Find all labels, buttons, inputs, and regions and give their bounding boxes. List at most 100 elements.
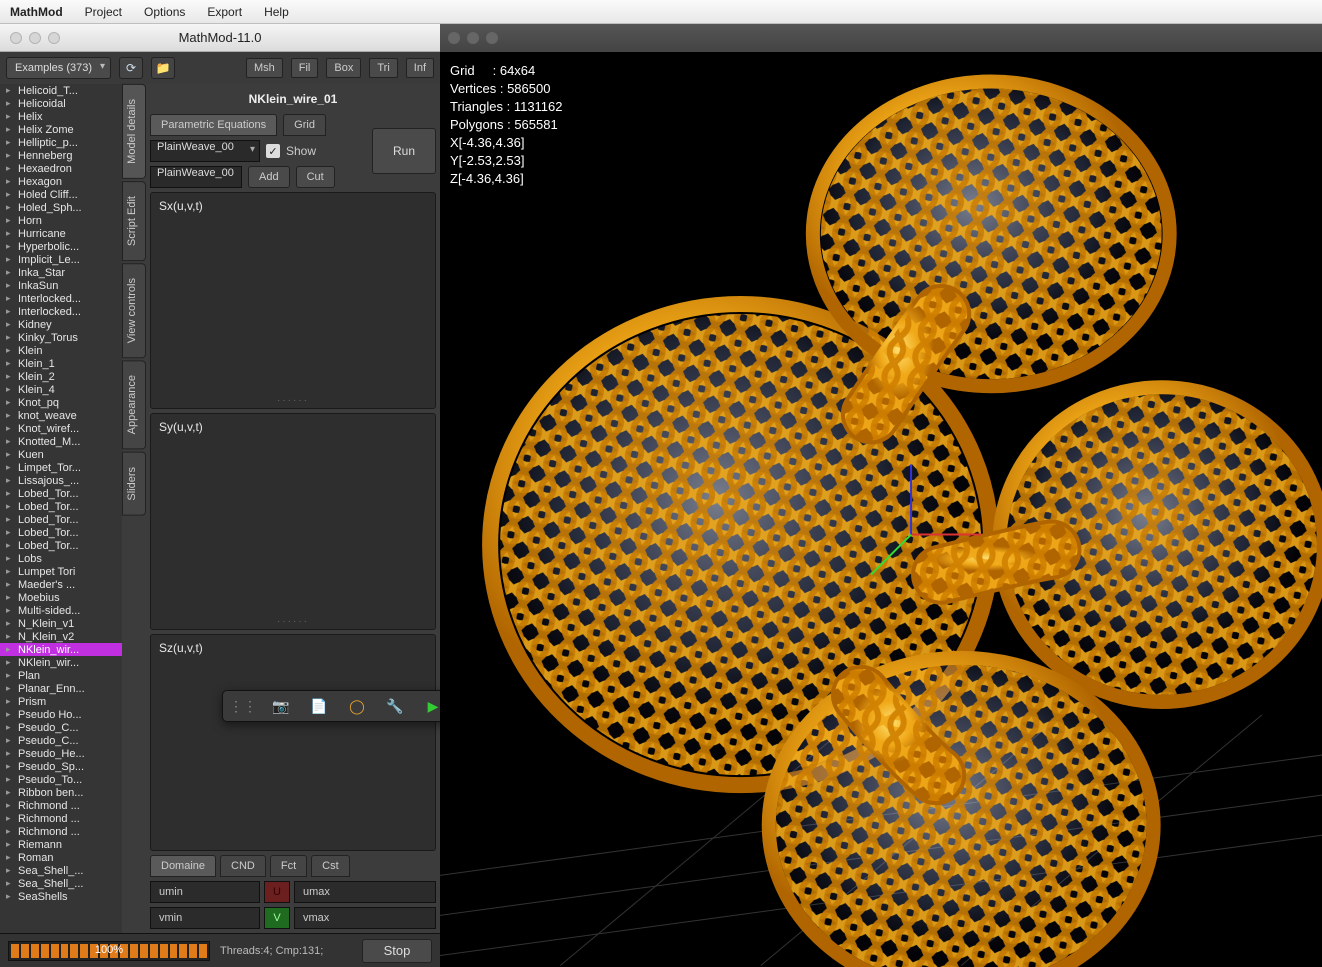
sy-equation-input[interactable]: Sy(u,v,t) ······ [150, 413, 436, 630]
tree-item[interactable]: Lobed_Tor... [0, 513, 122, 526]
sx-equation-input[interactable]: Sx(u,v,t) ······ [150, 192, 436, 409]
stop-button[interactable]: Stop [362, 939, 432, 963]
tree-item[interactable]: Limpet_Tor... [0, 461, 122, 474]
tab-domaine[interactable]: Domaine [150, 855, 216, 877]
component-select[interactable]: PlainWeave_00 [150, 140, 260, 162]
tree-item[interactable]: Lobs [0, 552, 122, 565]
umin-input[interactable]: umin [150, 881, 260, 903]
tree-item[interactable]: Helix [0, 110, 122, 123]
tree-item[interactable]: Lobed_Tor... [0, 526, 122, 539]
camera-icon[interactable]: 📷 [271, 696, 291, 716]
run-button[interactable]: Run [372, 128, 436, 174]
model-tree[interactable]: Helicoid_T...HelicoidalHelixHelix ZomeHe… [0, 84, 122, 933]
render-canvas[interactable] [440, 52, 1322, 967]
msh-button[interactable]: Msh [246, 58, 283, 78]
tree-item[interactable]: Klein_4 [0, 383, 122, 396]
tab-cnd[interactable]: CND [220, 855, 266, 877]
tab-script-edit[interactable]: Script Edit [122, 181, 146, 261]
tree-item[interactable]: Lobed_Tor... [0, 539, 122, 552]
tree-item[interactable]: Pseudo_To... [0, 773, 122, 786]
tree-item[interactable]: Pseudo_C... [0, 721, 122, 734]
tree-item[interactable]: Plan [0, 669, 122, 682]
tree-item[interactable]: Lumpet Tori [0, 565, 122, 578]
tree-item[interactable]: Richmond ... [0, 825, 122, 838]
tree-item[interactable]: Prism [0, 695, 122, 708]
vmin-input[interactable]: vmin [150, 907, 260, 929]
fil-button[interactable]: Fil [291, 58, 319, 78]
tri-button[interactable]: Tri [369, 58, 397, 78]
v-badge[interactable]: V [264, 907, 290, 929]
page-icon[interactable]: 📄 [309, 696, 329, 716]
tree-item[interactable]: N_Klein_v1 [0, 617, 122, 630]
tab-model-details[interactable]: Model details [122, 84, 146, 179]
tree-item[interactable]: N_Klein_v2 [0, 630, 122, 643]
tree-item[interactable]: Horn [0, 214, 122, 227]
3d-viewport[interactable]: Grid : 64x64 Vertices : 586500 Triangles… [440, 24, 1322, 967]
inf-button[interactable]: Inf [406, 58, 434, 78]
tree-item[interactable]: Sea_Shell_... [0, 877, 122, 890]
menu-export[interactable]: Export [207, 5, 242, 19]
cut-button[interactable]: Cut [296, 166, 335, 188]
tree-item[interactable]: Knot_wiref... [0, 422, 122, 435]
tree-item[interactable]: Kidney [0, 318, 122, 331]
tree-item[interactable]: Multi-sided... [0, 604, 122, 617]
tab-cst[interactable]: Cst [311, 855, 350, 877]
tree-item[interactable]: Planar_Enn... [0, 682, 122, 695]
tab-view-controls[interactable]: View controls [122, 263, 146, 358]
tree-item[interactable]: NKlein_wir... [0, 643, 122, 656]
tree-item[interactable]: Lobed_Tor... [0, 487, 122, 500]
tree-item[interactable]: Moebius [0, 591, 122, 604]
tree-item[interactable]: Richmond ... [0, 799, 122, 812]
tree-item[interactable]: Ribbon ben... [0, 786, 122, 799]
tree-item[interactable]: Inka_Star [0, 266, 122, 279]
show-checkbox[interactable]: ✓ [266, 144, 280, 158]
tree-item[interactable]: Pseudo Ho... [0, 708, 122, 721]
tree-item[interactable]: Hexagon [0, 175, 122, 188]
tree-item[interactable]: Helliptic_p... [0, 136, 122, 149]
tree-item[interactable]: Maeder's ... [0, 578, 122, 591]
tree-item[interactable]: SeaShells [0, 890, 122, 903]
menu-help[interactable]: Help [264, 5, 289, 19]
tree-item[interactable]: Richmond ... [0, 812, 122, 825]
tree-item[interactable]: Helix Zome [0, 123, 122, 136]
ring-icon[interactable]: ◯ [347, 696, 367, 716]
wrench-icon[interactable]: 🔧 [385, 696, 405, 716]
tree-item[interactable]: knot_weave [0, 409, 122, 422]
tree-item[interactable]: Henneberg [0, 149, 122, 162]
tree-item[interactable]: Interlocked... [0, 305, 122, 318]
add-button[interactable]: Add [248, 166, 290, 188]
folder-icon[interactable]: 📁 [151, 57, 175, 79]
tree-item[interactable]: Holed Cliff... [0, 188, 122, 201]
tree-item[interactable]: Klein [0, 344, 122, 357]
tree-item[interactable]: Sea_Shell_... [0, 864, 122, 877]
component-name-input[interactable]: PlainWeave_00 [150, 166, 242, 188]
tree-item[interactable]: Kuen [0, 448, 122, 461]
tree-item[interactable]: Hurricane [0, 227, 122, 240]
tree-item[interactable]: Helicoidal [0, 97, 122, 110]
tree-item[interactable]: Lobed_Tor... [0, 500, 122, 513]
tab-parametric[interactable]: Parametric Equations [150, 114, 277, 136]
tree-item[interactable]: Knotted_M... [0, 435, 122, 448]
tree-item[interactable]: Knot_pq [0, 396, 122, 409]
refresh-icon[interactable]: ⟳ [119, 57, 143, 79]
examples-dropdown[interactable]: Examples (373) [6, 57, 111, 79]
vmax-input[interactable]: vmax [294, 907, 436, 929]
tree-item[interactable]: Pseudo_Sp... [0, 760, 122, 773]
grip-icon[interactable]: ⋮⋮ [233, 696, 253, 716]
tree-item[interactable]: Pseudo_C... [0, 734, 122, 747]
tree-item[interactable]: Roman [0, 851, 122, 864]
tab-grid[interactable]: Grid [283, 114, 326, 136]
tree-item[interactable]: Kinky_Torus [0, 331, 122, 344]
tree-item[interactable]: Riemann [0, 838, 122, 851]
tree-item[interactable]: Pseudo_He... [0, 747, 122, 760]
tab-sliders[interactable]: Sliders [122, 452, 146, 516]
tree-item[interactable]: Interlocked... [0, 292, 122, 305]
tree-item[interactable]: Implicit_Le... [0, 253, 122, 266]
tree-item[interactable]: Helicoid_T... [0, 84, 122, 97]
umax-input[interactable]: umax [294, 881, 436, 903]
tree-item[interactable]: Klein_2 [0, 370, 122, 383]
tree-item[interactable]: NKlein_wir... [0, 656, 122, 669]
tab-appearance[interactable]: Appearance [122, 360, 146, 449]
tree-item[interactable]: Hyperbolic... [0, 240, 122, 253]
menu-options[interactable]: Options [144, 5, 185, 19]
